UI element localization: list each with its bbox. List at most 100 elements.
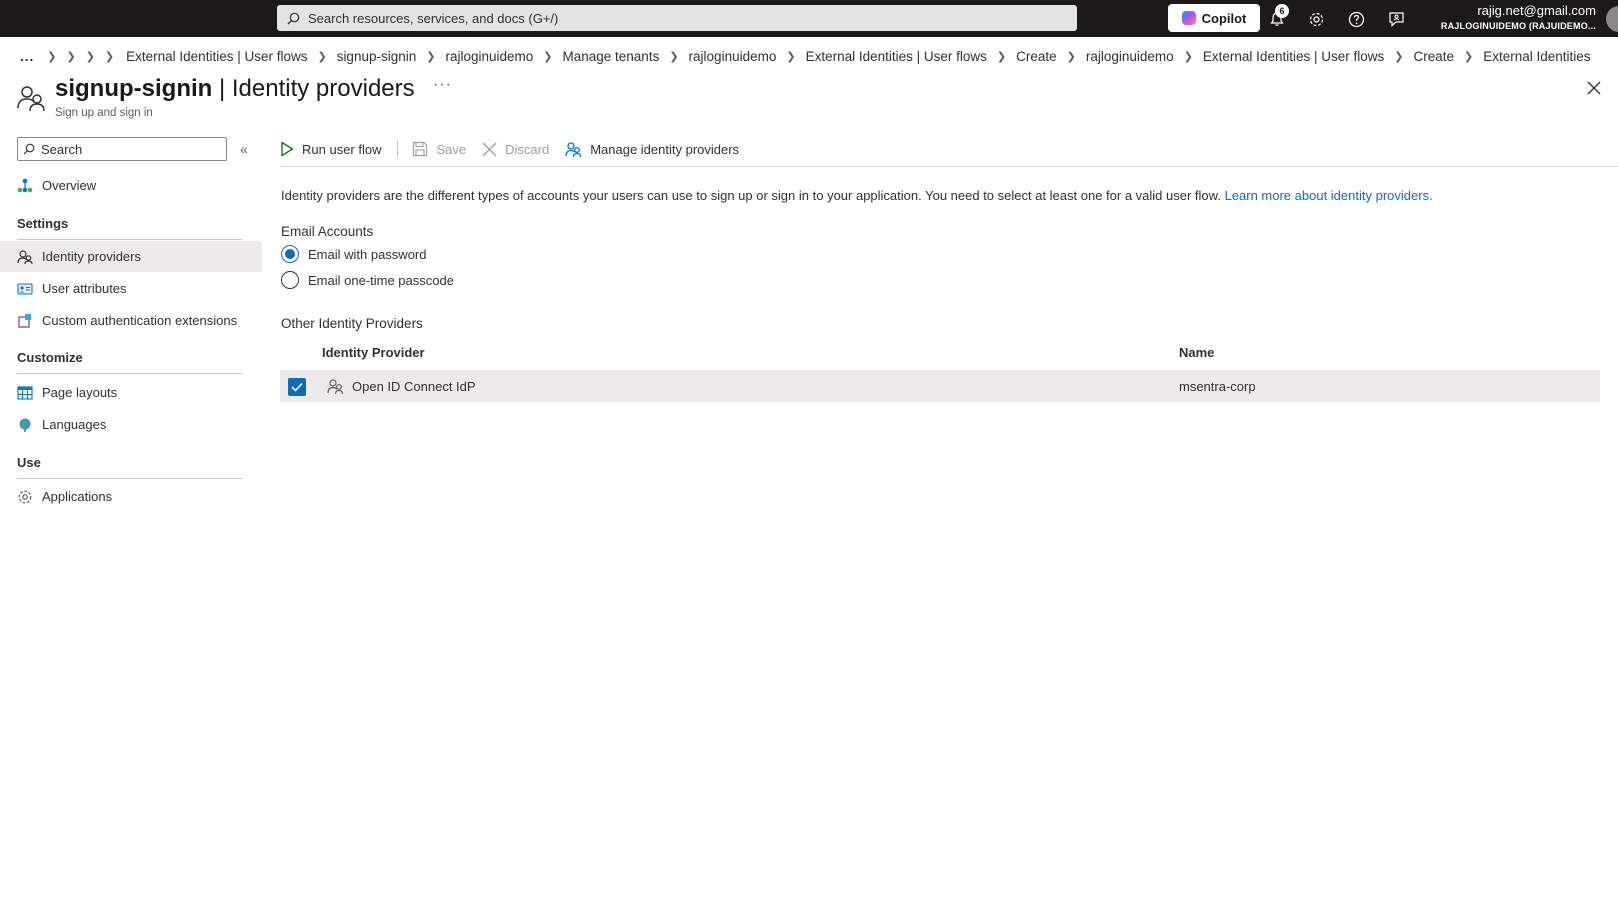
close-icon bbox=[482, 142, 497, 157]
copilot-logo-icon bbox=[1181, 11, 1196, 25]
breadcrumb-link[interactable]: Create bbox=[1016, 49, 1057, 64]
gear-icon bbox=[17, 489, 33, 505]
help-question-icon[interactable] bbox=[1345, 8, 1367, 30]
manage-identity-providers-button[interactable]: Manage identity providers bbox=[565, 141, 739, 158]
page-title-section: | Identity providers bbox=[212, 75, 415, 102]
email-one-time-passcode-option[interactable]: Email one-time passcode bbox=[281, 271, 454, 289]
breadcrumb-link[interactable]: External Identities | User flows bbox=[806, 49, 987, 64]
discard-button[interactable]: Discard bbox=[482, 142, 549, 157]
global-search-placeholder: Search resources, services, and docs (G+… bbox=[308, 10, 559, 26]
divider bbox=[17, 478, 242, 479]
chevron-right-icon: ❯ bbox=[104, 50, 115, 63]
avatar[interactable] bbox=[1606, 6, 1618, 32]
sidebar-section-settings: Settings bbox=[17, 216, 69, 231]
sidebar-item-applications[interactable]: Applications bbox=[0, 481, 262, 512]
feedback-icon[interactable] bbox=[1385, 8, 1407, 30]
learn-more-link[interactable]: Learn more about identity providers. bbox=[1225, 188, 1433, 203]
radio-button-checked[interactable] bbox=[281, 245, 299, 263]
account-tenant: RAJLOGINUIDEMO (RAJUIDEMO... bbox=[1440, 21, 1596, 31]
search-icon bbox=[287, 12, 300, 24]
notification-count-badge: 6 bbox=[1275, 4, 1289, 18]
divider bbox=[397, 140, 399, 158]
chevron-right-icon: ❯ bbox=[1463, 50, 1474, 63]
description-body: Identity providers are the different typ… bbox=[281, 188, 1221, 203]
chevron-right-icon: ❯ bbox=[669, 50, 679, 63]
search-icon bbox=[23, 143, 35, 155]
top-bar: Search resources, services, and docs (G+… bbox=[0, 0, 1618, 37]
save-button[interactable]: Save bbox=[412, 141, 466, 157]
page-subtitle: Sign up and sign in bbox=[55, 107, 153, 119]
breadcrumb-overflow-button[interactable]: ... bbox=[20, 49, 34, 64]
run-user-flow-button[interactable]: Run user flow bbox=[280, 141, 381, 157]
breadcrumb-link[interactable]: External Identities | User flows bbox=[126, 49, 307, 64]
close-icon[interactable] bbox=[1587, 81, 1601, 98]
people-icon bbox=[565, 141, 582, 158]
sidebar-item-custom-authentication-extensions[interactable]: Custom authentication extensions bbox=[0, 305, 262, 336]
copilot-label: Copilot bbox=[1201, 10, 1247, 26]
command-bar: Run user flow Save Discard Manage identi… bbox=[280, 137, 755, 161]
description-text: Identity providers are the different typ… bbox=[281, 188, 1433, 203]
breadcrumb-link[interactable]: External Identities bbox=[1483, 49, 1590, 64]
people-icon bbox=[17, 249, 33, 265]
breadcrumb-link[interactable]: signup-signin bbox=[337, 49, 417, 64]
save-icon bbox=[412, 141, 428, 157]
sidebar-item-languages[interactable]: Languages bbox=[0, 409, 262, 440]
breadcrumb-link[interactable]: Create bbox=[1413, 49, 1454, 64]
chevron-right-icon: ❯ bbox=[85, 50, 95, 63]
global-search-input[interactable]: Search resources, services, and docs (G+… bbox=[277, 5, 1077, 31]
more-options-button[interactable]: ··· bbox=[433, 76, 452, 94]
chevron-right-icon: ❯ bbox=[47, 50, 57, 63]
chevron-right-icon: ❯ bbox=[543, 50, 553, 63]
email-accounts-label: Email Accounts bbox=[281, 224, 374, 239]
breadcrumb-link[interactable]: rajloginuidemo bbox=[689, 49, 777, 64]
radio-label: Email with password bbox=[308, 246, 427, 262]
extension-icon bbox=[17, 313, 33, 329]
sidebar-item-label: Applications bbox=[42, 489, 113, 504]
chevron-right-icon: ❯ bbox=[786, 50, 796, 63]
sidebar-item-label: User attributes bbox=[42, 281, 127, 296]
row-checkbox[interactable] bbox=[288, 378, 306, 396]
copilot-button[interactable]: Copilot bbox=[1168, 4, 1260, 32]
sidebar-item-label: Identity providers bbox=[42, 249, 141, 264]
sidebar-item-label: Overview bbox=[42, 178, 97, 193]
sidebar-item-identity-providers[interactable]: Identity providers bbox=[0, 241, 262, 272]
run-user-flow-label: Run user flow bbox=[302, 141, 382, 157]
radio-button[interactable] bbox=[281, 271, 299, 289]
chevron-right-icon: ❯ bbox=[426, 50, 436, 63]
other-identity-providers-label: Other Identity Providers bbox=[281, 316, 423, 331]
collapse-sidebar-button[interactable]: « bbox=[240, 141, 248, 157]
divider bbox=[17, 239, 242, 240]
name-cell: msentra-corp bbox=[1179, 378, 1256, 394]
chevron-right-icon: ❯ bbox=[66, 50, 76, 63]
radio-label: Email one-time passcode bbox=[308, 272, 454, 288]
breadcrumb-link[interactable]: Manage tenants bbox=[563, 49, 660, 64]
manage-identity-providers-label: Manage identity providers bbox=[590, 141, 740, 157]
sidebar-item-page-layouts[interactable]: Page layouts bbox=[0, 377, 262, 408]
chevron-right-icon: ❯ bbox=[996, 50, 1007, 63]
overview-icon bbox=[17, 178, 33, 194]
globe-icon bbox=[17, 417, 33, 433]
column-header-identity-provider: Identity Provider bbox=[322, 345, 425, 360]
sidebar-section-use: Use bbox=[17, 455, 41, 470]
sidebar-item-label: Page layouts bbox=[42, 385, 118, 400]
save-label: Save bbox=[436, 141, 467, 157]
sidebar-item-label: Custom authentication extensions bbox=[42, 313, 238, 328]
email-with-password-option[interactable]: Email with password bbox=[281, 245, 427, 263]
sidebar-item-overview[interactable]: Overview bbox=[0, 170, 262, 201]
identity-providers-people-icon bbox=[16, 83, 46, 116]
account-menu[interactable]: rajig.net@gmail.com RAJLOGINUIDEMO (RAJU… bbox=[1441, 3, 1596, 33]
chevron-right-icon: ❯ bbox=[1066, 50, 1076, 63]
chevron-right-icon: ❯ bbox=[1394, 50, 1404, 63]
chevron-right-icon: ❯ bbox=[317, 50, 327, 63]
user-attributes-icon bbox=[17, 281, 33, 297]
settings-gear-icon[interactable] bbox=[1305, 8, 1327, 30]
account-email: rajig.net@gmail.com bbox=[1477, 3, 1596, 18]
sidebar-search-placeholder: Search bbox=[41, 141, 83, 157]
sidebar-item-user-attributes[interactable]: User attributes bbox=[0, 273, 262, 304]
breadcrumb-link[interactable]: rajloginuidemo bbox=[1086, 49, 1174, 64]
sidebar-search-input[interactable]: Search bbox=[17, 137, 227, 161]
checkmark-icon bbox=[291, 382, 303, 392]
breadcrumb-link[interactable]: rajloginuidemo bbox=[445, 49, 533, 64]
table-row[interactable]: Open ID Connect IdP msentra-corp bbox=[280, 370, 1600, 402]
breadcrumb-link[interactable]: External Identities | User flows bbox=[1203, 49, 1384, 64]
